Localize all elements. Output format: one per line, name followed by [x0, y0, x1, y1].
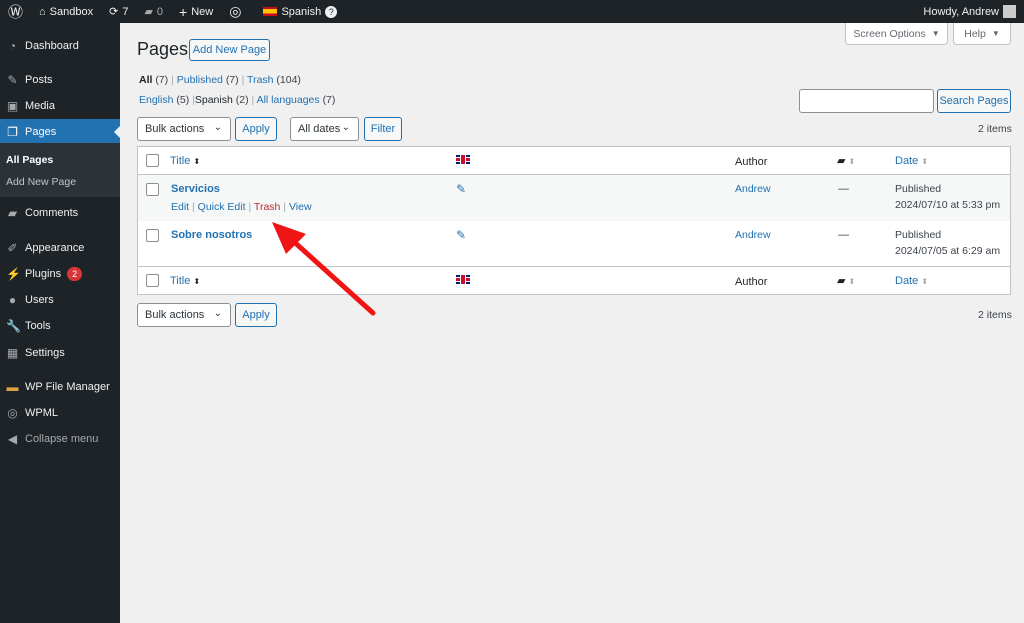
- annotation-arrow: [272, 222, 376, 316]
